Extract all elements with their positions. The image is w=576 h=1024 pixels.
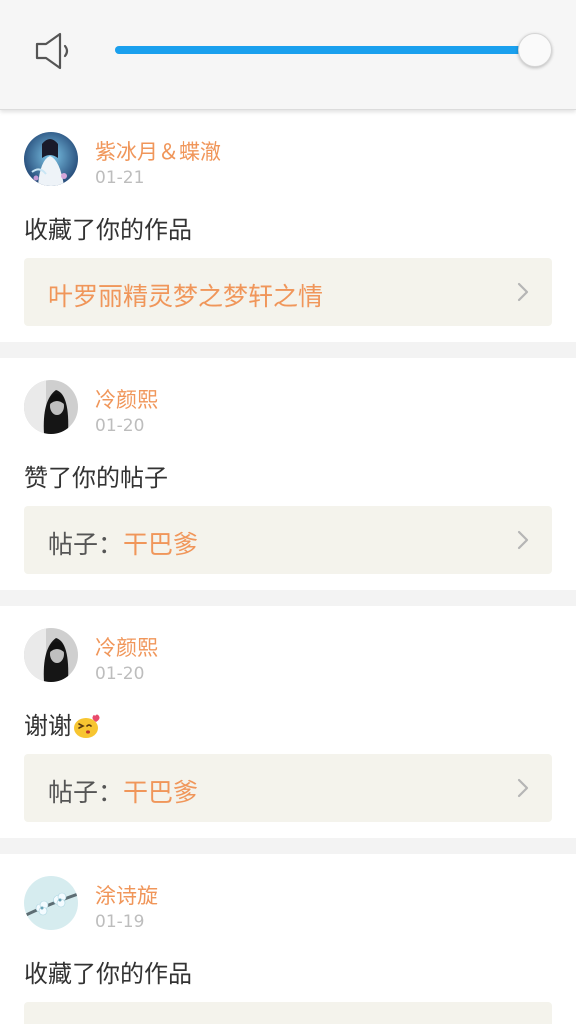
avatar-blossom-icon	[24, 876, 78, 930]
action-text: 收藏了你的作品	[24, 960, 192, 988]
chevron-right-icon	[517, 282, 529, 302]
timestamp: 01-20	[95, 664, 145, 684]
action-text-label: 谢谢	[24, 712, 72, 740]
avatar[interactable]	[24, 132, 78, 186]
notification-card[interactable]: 涂诗旋 01-19 收藏了你的作品	[0, 854, 576, 1024]
notification-card[interactable]: 冷颜熙 01-20 谢谢 帖子：干巴爹	[0, 606, 576, 838]
content-link[interactable]: 帖子：干巴爹	[24, 506, 552, 574]
volume-fill	[115, 46, 535, 54]
avatar-bw-portrait-icon	[24, 380, 78, 434]
link-title: 干巴爹	[123, 530, 199, 559]
notification-card[interactable]: 紫冰月＆蝶澈 01-21 收藏了你的作品 叶罗丽精灵梦之梦轩之情	[0, 110, 576, 342]
content-link-text: 帖子：干巴爹	[48, 525, 198, 561]
content-link[interactable]: 叶罗丽精灵梦之梦轩之情	[24, 258, 552, 326]
content-link[interactable]	[24, 1002, 552, 1024]
timestamp: 01-21	[95, 168, 145, 188]
username[interactable]: 紫冰月＆蝶澈	[95, 136, 221, 166]
timestamp: 01-19	[95, 912, 145, 932]
avatar[interactable]	[24, 876, 78, 930]
speaker-icon[interactable]	[34, 32, 74, 70]
avatar[interactable]	[24, 380, 78, 434]
volume-slider[interactable]	[115, 33, 552, 67]
username[interactable]: 涂诗旋	[95, 880, 158, 910]
notification-feed: 紫冰月＆蝶澈 01-21 收藏了你的作品 叶罗丽精灵梦之梦轩之情 冷颜熙 01-…	[0, 110, 576, 1024]
action-text: 收藏了你的作品	[24, 216, 192, 244]
chevron-right-icon	[517, 778, 529, 798]
timestamp: 01-20	[95, 416, 145, 436]
link-title: 干巴爹	[123, 778, 199, 807]
link-prefix: 帖子：	[48, 530, 124, 559]
volume-thumb[interactable]	[517, 33, 552, 67]
volume-panel	[0, 0, 576, 110]
username[interactable]: 冷颜熙	[95, 384, 158, 414]
link-title: 叶罗丽精灵梦之梦轩之情	[48, 282, 324, 311]
avatar-bw-portrait-icon	[24, 628, 78, 682]
kiss-emoji-icon	[74, 714, 100, 738]
action-text: 赞了你的帖子	[24, 464, 168, 492]
action-text: 谢谢	[24, 706, 101, 741]
avatar[interactable]	[24, 628, 78, 682]
chevron-right-icon	[517, 530, 529, 550]
content-link-text: 叶罗丽精灵梦之梦轩之情	[48, 277, 323, 313]
content-link-text: 帖子：干巴爹	[48, 773, 198, 809]
avatar-woman-white-dress-icon	[24, 132, 78, 186]
content-link[interactable]: 帖子：干巴爹	[24, 754, 552, 822]
notification-card[interactable]: 冷颜熙 01-20 赞了你的帖子 帖子：干巴爹	[0, 358, 576, 590]
username[interactable]: 冷颜熙	[95, 632, 158, 662]
link-prefix: 帖子：	[48, 778, 124, 807]
